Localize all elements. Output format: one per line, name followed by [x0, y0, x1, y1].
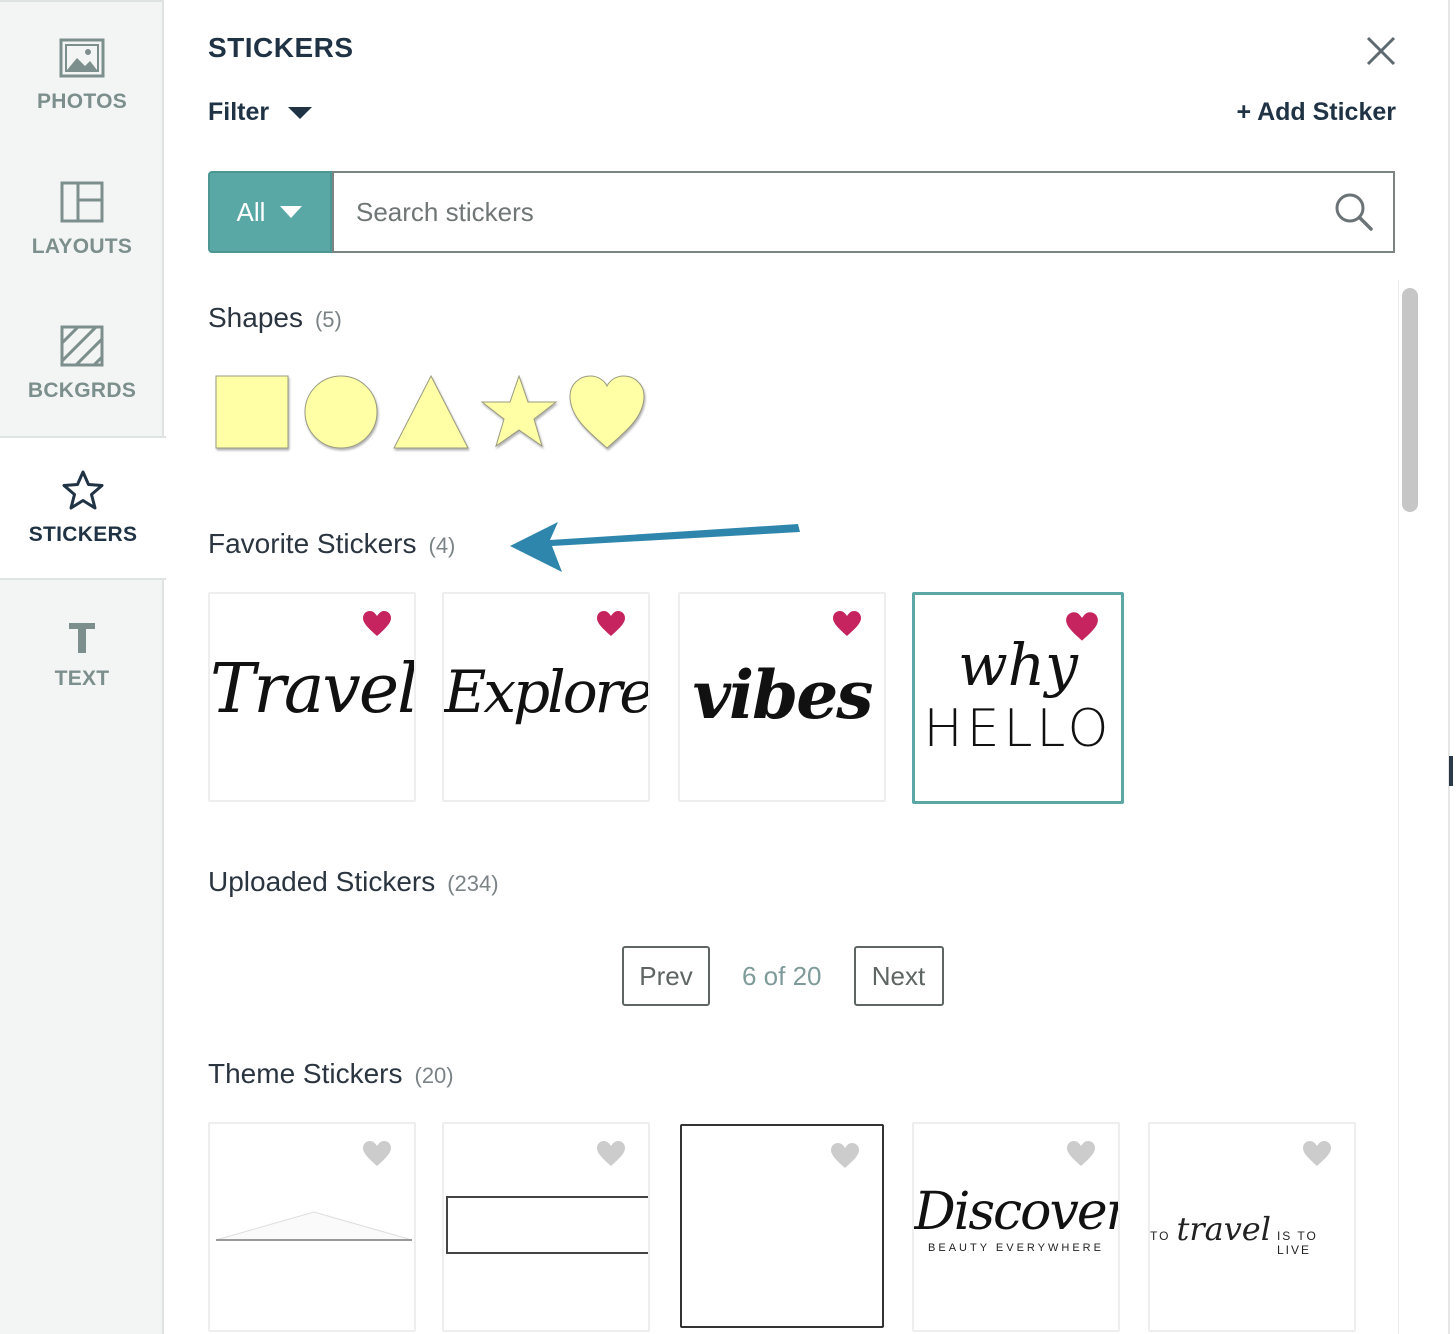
sticker-script-text: Explore — [444, 658, 650, 726]
favorite-sticker-card[interactable]: vibes — [678, 592, 886, 802]
background-pattern-icon — [60, 325, 104, 367]
sticker-list: Shapes (5) Favorite Stickers (4) Travel Ex… — [166, 270, 1398, 1334]
sidebar-item-label: PHOTOS — [36, 90, 128, 113]
text-t-icon — [69, 623, 95, 653]
section-count: (5) — [314, 307, 342, 332]
sidebar-item-backgrounds[interactable]: BCKGRDS — [0, 294, 164, 434]
resize-handle[interactable] — [1449, 756, 1453, 786]
sticker-script-text: travel — [1176, 1210, 1271, 1248]
sidebar-item-label: LAYOUTS — [31, 235, 133, 258]
heart-favorited-icon[interactable] — [362, 610, 392, 638]
favorite-sticker-card-selected[interactable]: why HELLO — [912, 592, 1124, 804]
heart-shape-sticker[interactable] — [566, 372, 648, 454]
image-icon — [59, 38, 105, 78]
page-indicator: 6 of 20 — [742, 960, 822, 991]
heart-favorited-icon[interactable] — [596, 610, 626, 638]
section-title-text: Favorite Stickers — [208, 528, 417, 559]
pagination: Prev 6 of 20 Next — [622, 946, 944, 1006]
category-select-value: All — [236, 196, 266, 227]
add-sticker-button[interactable]: + Add Sticker — [1236, 98, 1396, 127]
envelope-sticker-art — [215, 1211, 413, 1241]
heart-favorited-icon[interactable] — [832, 610, 862, 638]
search-field — [332, 171, 1395, 253]
close-icon[interactable] — [1360, 30, 1402, 72]
favorite-sticker-card[interactable]: Travel — [208, 592, 416, 802]
filter-label: Filter — [208, 98, 270, 126]
heart-unfavorited-icon[interactable] — [362, 1140, 392, 1168]
sticker-script-text: Discover — [914, 1182, 1120, 1242]
sidebar-item-label: TEXT — [54, 667, 110, 690]
section-title-theme: Theme Stickers (20) — [208, 1058, 454, 1090]
triangle-shape-sticker[interactable] — [390, 372, 472, 454]
sticker-subtext: BEAUTY EVERYWHERE — [928, 1242, 1104, 1254]
sidebar-item-photos[interactable]: PHOTOS — [0, 6, 164, 146]
favorite-sticker-card[interactable]: Explore — [442, 592, 650, 802]
heart-unfavorited-icon[interactable] — [596, 1140, 626, 1168]
sidebar-item-text[interactable]: TEXT — [0, 586, 164, 726]
next-button[interactable]: Next — [853, 946, 944, 1006]
banner-rect-sticker-art — [446, 1196, 648, 1254]
sticker-script-text: vibes — [692, 656, 874, 734]
category-select[interactable]: All — [208, 171, 332, 253]
sticker-block-text: HELLO — [923, 699, 1113, 759]
caret-down-icon — [288, 106, 313, 119]
star-icon — [62, 470, 104, 510]
filter-dropdown[interactable]: Filter — [208, 98, 313, 127]
heart-unfavorited-icon[interactable] — [1302, 1140, 1332, 1168]
section-title-favorites: Favorite Stickers (4) — [208, 528, 455, 560]
section-count: (234) — [447, 871, 499, 896]
layout-icon — [60, 181, 104, 223]
theme-sticker-card[interactable]: Discover BEAUTY EVERYWHERE — [912, 1122, 1120, 1332]
section-title-text: Theme Stickers — [208, 1058, 403, 1089]
caret-down-icon — [280, 206, 303, 218]
sticker-post-text: IS TO LIVE — [1276, 1229, 1318, 1257]
scrollbar-thumb[interactable] — [1402, 288, 1418, 512]
panel-edge — [1448, 0, 1456, 1334]
sticker-script-text: Travel — [210, 650, 416, 729]
section-title-shapes: Shapes (5) — [208, 302, 342, 334]
theme-sticker-card[interactable]: TO travel IS TO LIVE — [1148, 1122, 1356, 1332]
sidebar-item-label: STICKERS — [28, 523, 138, 546]
sticker-script-text: why — [958, 631, 1078, 699]
section-title-text: Uploaded Stickers — [208, 866, 436, 897]
section-title-text: Shapes — [208, 302, 303, 333]
search-icon[interactable] — [1333, 191, 1375, 233]
sidebar-item-layouts[interactable]: LAYOUTS — [0, 150, 164, 290]
circle-shape-sticker[interactable] — [300, 372, 382, 454]
sticker-pre-text: TO — [1150, 1229, 1171, 1243]
section-count: (20) — [414, 1063, 454, 1088]
page-title: STICKERS — [208, 32, 354, 63]
sticker-quote: TO travel IS TO LIVE — [1150, 1210, 1354, 1257]
prev-button[interactable]: Prev — [622, 946, 710, 1006]
search-input[interactable] — [334, 196, 1294, 228]
star-shape-sticker[interactable] — [478, 372, 560, 454]
heart-unfavorited-icon[interactable] — [1066, 1140, 1096, 1168]
heart-unfavorited-icon[interactable] — [830, 1142, 860, 1170]
sidebar: PHOTOS LAYOUTS BCKGRDS STICKERS TEXT — [0, 0, 166, 1334]
theme-sticker-card[interactable] — [208, 1122, 416, 1332]
annotation-arrow — [510, 522, 800, 572]
section-title-uploaded: Uploaded Stickers (234) — [208, 866, 499, 898]
theme-sticker-card[interactable] — [680, 1124, 884, 1328]
sidebar-item-label: BCKGRDS — [27, 379, 137, 402]
sidebar-item-stickers[interactable]: STICKERS — [0, 436, 166, 580]
square-shape-sticker[interactable] — [212, 372, 292, 454]
theme-sticker-card[interactable] — [442, 1122, 650, 1332]
section-count: (4) — [428, 533, 456, 558]
